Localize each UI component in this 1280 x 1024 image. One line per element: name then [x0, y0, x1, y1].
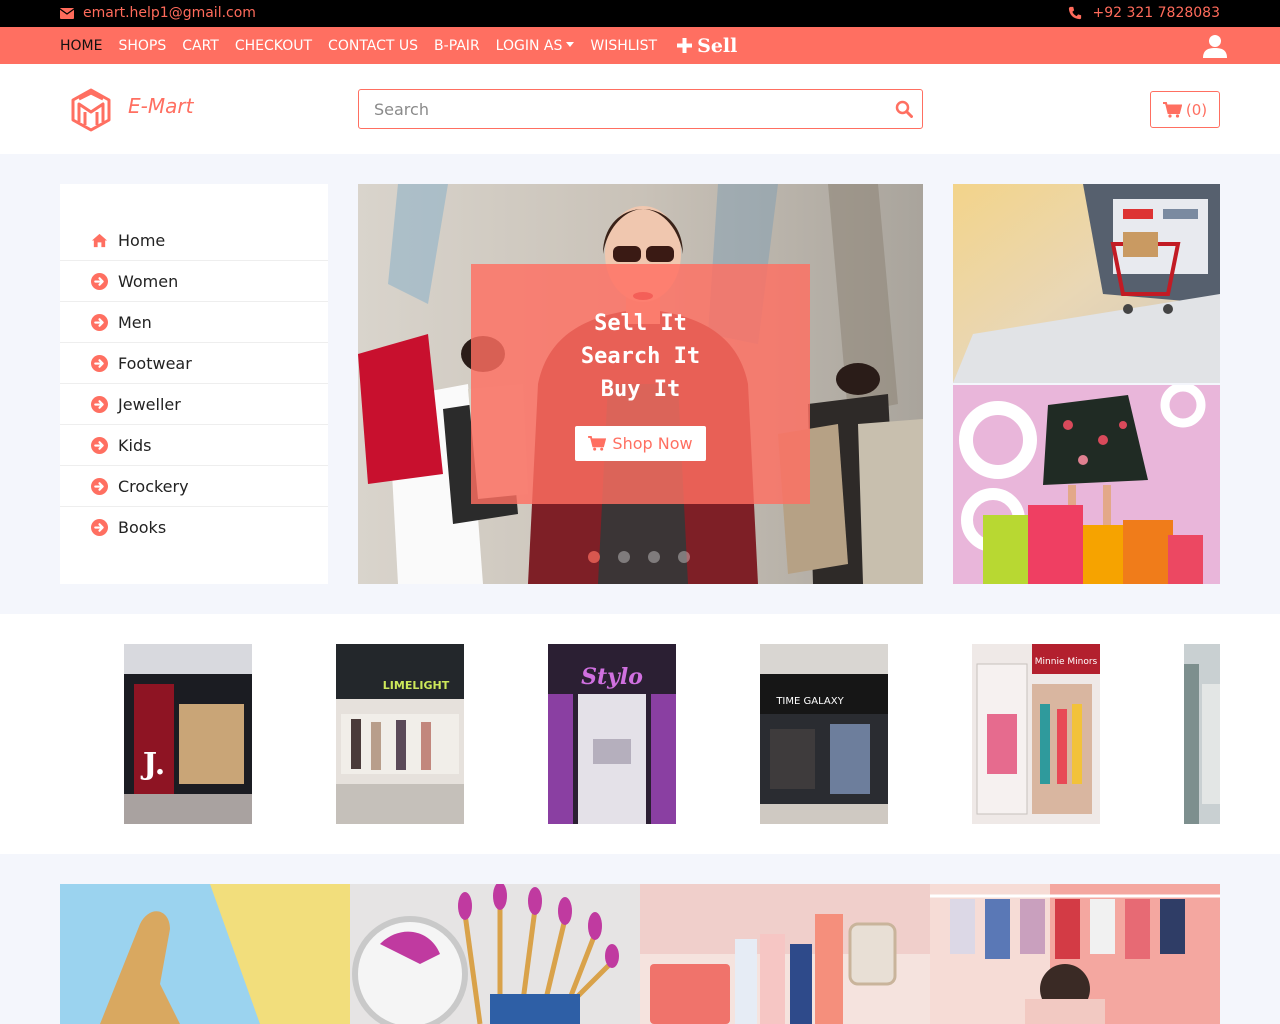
plus-icon [677, 38, 693, 53]
shop-sign: LIMELIGHT [383, 679, 450, 692]
arrow-circle-right-icon [91, 477, 108, 495]
tagline-line: Buy It [600, 377, 681, 402]
category-women[interactable]: Women [60, 261, 328, 302]
shop-sign: J. [140, 747, 165, 782]
shop-card[interactable]: LIMELIGHT [336, 644, 464, 824]
promo-shop-and-win-image[interactable] [953, 385, 1220, 584]
nav-wishlist[interactable]: WISHLIST [590, 38, 657, 54]
shop-card[interactable]: Minnie Minors [972, 644, 1100, 824]
carousel-dot[interactable] [588, 551, 600, 563]
arrow-circle-right-icon [91, 519, 108, 536]
category-men[interactable]: Men [60, 302, 328, 343]
skincare-banner-image[interactable] [640, 884, 930, 1024]
nav-home[interactable]: HOME [60, 38, 102, 54]
nav-cart[interactable]: CART [182, 38, 219, 54]
tagline-line: Search It [580, 344, 701, 369]
sell-button[interactable]: Sell [677, 35, 737, 57]
category-sidebar: Home Women Men Footwear Jeweller Kids Cr… [60, 184, 328, 584]
hero-caption: Sell It Search It Buy It Shop Now [471, 264, 810, 504]
shop-now-button[interactable]: Shop Now [575, 426, 706, 461]
arrow-circle-right-icon [91, 436, 108, 454]
search-box [358, 89, 923, 129]
search-input[interactable] [359, 90, 879, 128]
envelope-icon [60, 7, 74, 19]
cart-count: (0) [1185, 100, 1208, 119]
arrow-circle-right-icon [91, 395, 108, 413]
emart-logo[interactable] [70, 86, 112, 132]
arrow-circle-right-icon [91, 272, 108, 290]
site-header: E-Mart (0) [0, 64, 1280, 154]
category-footwear[interactable]: Footwear [60, 343, 328, 384]
makeup-brushes-banner-image[interactable] [350, 884, 640, 1024]
category-label: Crockery [118, 476, 189, 496]
brand-name[interactable]: E-Mart [128, 94, 193, 118]
shop-sign: Minnie Minors [1035, 657, 1098, 667]
shop-card[interactable]: J. [124, 644, 252, 824]
main-nav: HOME SHOPS CART CHECKOUT CONTACT US B-PA… [0, 27, 1280, 64]
category-label: Books [118, 518, 167, 537]
shop-now-label: Shop Now [612, 434, 693, 453]
category-banner [60, 884, 1220, 1024]
phone-text: +92 321 7828083 [1092, 5, 1220, 21]
user-account-icon[interactable] [1202, 34, 1228, 58]
shop-card[interactable]: TIME GALAXY [760, 644, 888, 824]
category-crockery[interactable]: Crockery [60, 466, 328, 507]
sell-label: Sell [697, 34, 738, 57]
carousel-indicators [588, 551, 690, 563]
carousel-dot[interactable] [678, 551, 690, 563]
arrow-circle-right-icon [91, 354, 108, 372]
category-label: Women [118, 271, 179, 291]
header-cart-button[interactable]: (0) [1150, 91, 1220, 128]
category-label: Home [118, 230, 166, 250]
contact-email[interactable]: emart.help1@gmail.com [60, 5, 256, 21]
kids-clothing-banner-image[interactable] [930, 884, 1220, 1024]
category-kids[interactable]: Kids [60, 425, 328, 466]
category-jeweller[interactable]: Jeweller [60, 384, 328, 425]
arrow-circle-right-icon [91, 313, 108, 331]
hero-carousel[interactable]: Sell It Search It Buy It Shop Now [358, 184, 923, 584]
carousel-dot[interactable] [618, 551, 630, 563]
shop-card[interactable]: Stylo [548, 644, 676, 824]
category-label: Men [118, 312, 152, 332]
nav-b-pair[interactable]: B-PAIR [434, 38, 480, 54]
tagline-line: Sell It [594, 311, 687, 336]
category-label: Jeweller [118, 394, 181, 414]
category-label: Footwear [118, 353, 192, 373]
promo-laptop-cart-image[interactable] [953, 184, 1220, 383]
email-text: emart.help1@gmail.com [83, 5, 256, 21]
shop-sign: Stylo [581, 664, 643, 690]
cart-icon [588, 436, 607, 451]
footwear-banner-image[interactable] [60, 884, 350, 1024]
cart-icon [1162, 101, 1182, 118]
nav-shops[interactable]: SHOPS [118, 38, 166, 54]
contact-phone[interactable]: +92 321 7828083 [1068, 5, 1220, 21]
search-icon[interactable] [895, 100, 913, 118]
phone-icon [1069, 6, 1082, 20]
nav-contact-us[interactable]: CONTACT US [328, 38, 418, 54]
home-icon [91, 233, 108, 247]
hero-tagline: Sell It Search It Buy It [471, 307, 810, 406]
category-books[interactable]: Books [60, 507, 328, 548]
featured-shops-strip: J. LIMELIGHT Stylo TIME GALAXY Minnie Mi… [0, 614, 1280, 854]
shop-card[interactable] [1184, 644, 1220, 824]
nav-login-as-dropdown[interactable]: LOGIN AS [496, 38, 575, 54]
category-label: Kids [118, 435, 152, 455]
category-home[interactable]: Home [60, 220, 328, 261]
nav-checkout[interactable]: CHECKOUT [235, 38, 312, 54]
top-bar: emart.help1@gmail.com +92 321 7828083 [0, 0, 1280, 27]
carousel-dot[interactable] [648, 551, 660, 563]
shop-sign: TIME GALAXY [775, 696, 844, 707]
